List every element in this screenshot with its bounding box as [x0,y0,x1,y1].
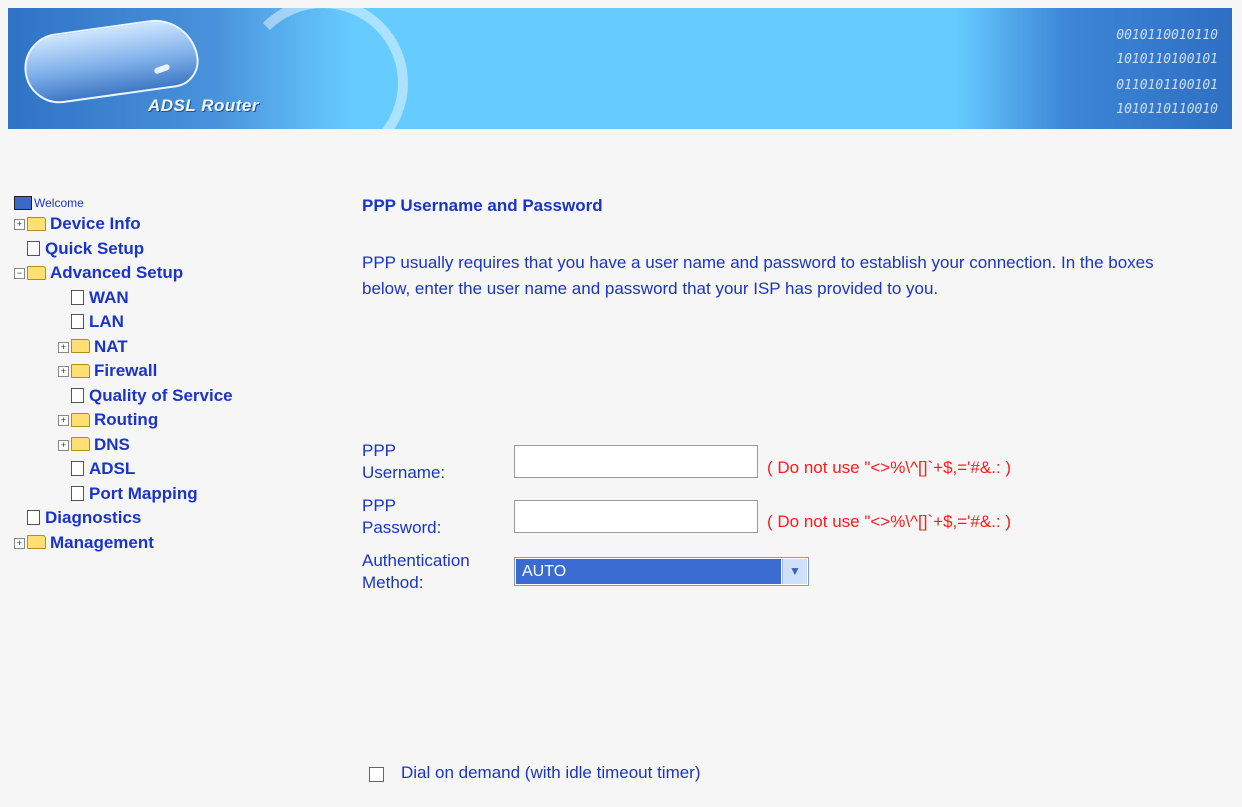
router-image [19,14,203,108]
folder-icon [71,363,90,378]
nav-item-lan[interactable]: LAN [14,310,233,335]
chevron-down-icon[interactable]: ▼ [782,559,807,584]
auth-method-value: AUTO [516,559,781,584]
auth-method-label: Authentication Method: [362,550,470,594]
expand-icon[interactable]: + [58,341,69,353]
page-icon [71,289,84,305]
page-description: PPP usually requires that you have a use… [362,253,1154,298]
page-icon [27,510,40,526]
collapse-icon[interactable]: − [14,268,25,280]
expand-icon[interactable]: + [58,415,69,427]
folder-icon [71,437,90,452]
nav-item-label[interactable]: Routing [94,410,158,429]
nav-item-label[interactable]: Diagnostics [45,508,141,527]
page-icon [71,387,84,403]
password-label: PPP Password: [362,495,441,539]
nav-item-routing[interactable]: + Routing [14,408,233,433]
ppp-password-input[interactable] [514,500,758,533]
nav-item-label[interactable]: DNS [94,435,130,454]
expand-icon[interactable]: + [14,219,25,231]
binary-digits: 1010110100101 [1116,52,1218,67]
nav-item-label[interactable]: Advanced Setup [50,263,183,282]
nav-item-diagnostics[interactable]: Diagnostics [14,506,233,531]
nav-item-quality-of-service[interactable]: Quality of Service [14,384,233,409]
nav-item-label[interactable]: Device Info [50,214,141,233]
nav-item-label[interactable]: NAT [94,337,128,356]
username-label-line: PPP [362,441,397,460]
auth-method-label-line: Method: [362,573,424,592]
page-icon [71,461,84,477]
binary-digits: 0010110010110 [1116,28,1218,43]
nav-item-label[interactable]: WAN [89,288,129,307]
binary-art: 0010110010110 1010110100101 011010110010… [954,8,1232,129]
username-label-line: Username: [362,463,446,482]
nav-item-label[interactable]: ADSL [89,459,135,478]
nav-item-welcome[interactable]: Welcome [14,194,233,212]
password-label-line: Password: [362,518,442,537]
auth-method-select[interactable]: AUTO ▼ [514,557,809,586]
folder-icon [27,216,46,231]
nav-item-dns[interactable]: + DNS [14,433,233,458]
nav-item-port-mapping[interactable]: Port Mapping [14,482,233,507]
page-icon [71,314,84,330]
nav-item-firewall[interactable]: + Firewall [14,359,233,384]
nav-item-nat[interactable]: + NAT [14,335,233,360]
nav-item-device-info[interactable]: + Device Info [14,212,233,237]
dial-on-demand-checkbox[interactable] [369,767,384,782]
username-label: PPP Username: [362,440,445,484]
nav-item-adsl[interactable]: ADSL [14,457,233,482]
nav-item-label[interactable]: Management [50,533,154,552]
nav-item-management[interactable]: + Management [14,531,233,556]
binary-digits: 1010110110010 [1116,102,1218,117]
page-title: PPP Username and Password [362,196,603,215]
nav-item-quick-setup[interactable]: Quick Setup [14,237,233,262]
page-icon [71,485,84,501]
expand-icon[interactable]: + [58,439,69,451]
ppp-username-input[interactable] [514,445,758,478]
open-folder-icon [27,265,46,280]
computer-icon [14,195,32,210]
nav-item-wan[interactable]: WAN [14,286,233,311]
password-label-line: PPP [362,496,397,515]
nav-item-label[interactable]: Quality of Service [89,386,233,405]
folder-icon [71,412,90,427]
nav-item-label[interactable]: Port Mapping [89,484,198,503]
expand-icon[interactable]: + [14,537,25,549]
nav-item-advanced-setup[interactable]: − Advanced Setup [14,261,233,286]
folder-icon [27,535,46,550]
username-warning: ( Do not use "<>%\^[]`+$,='#&.: ) [767,458,1012,477]
dial-on-demand-label[interactable]: Dial on demand (with idle timeout timer) [401,763,701,783]
nav-item-label[interactable]: Welcome [34,196,84,210]
nav-item-label[interactable]: Quick Setup [45,239,144,258]
binary-digits: 0110101100101 [1116,78,1218,93]
header-banner: ADSL Router 0010110010110 1010110100101 … [8,8,1232,129]
nav-item-label[interactable]: Firewall [94,361,157,380]
password-warning: ( Do not use "<>%\^[]`+$,='#&.: ) [767,512,1012,531]
nav-tree: Welcome + Device Info Quick Setup − Advanc… [14,194,233,555]
page-icon [27,240,40,256]
nav-item-label[interactable]: LAN [89,312,124,331]
auth-method-label-line: Authentication [362,551,470,570]
decorative-swoosh [238,8,408,129]
expand-icon[interactable]: + [58,366,69,378]
folder-icon [71,339,90,354]
